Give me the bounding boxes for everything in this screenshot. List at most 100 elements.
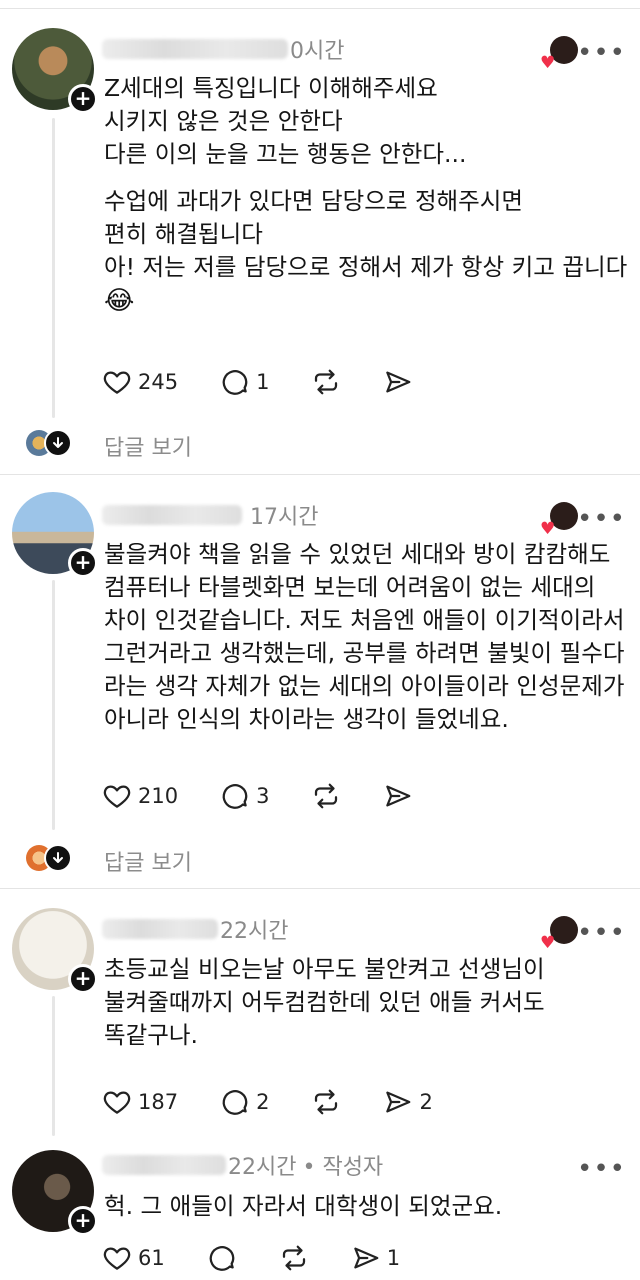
like-button[interactable]: 61 [102, 1243, 165, 1273]
reply-count: 1 [256, 370, 270, 394]
share-count: 1 [386, 1246, 401, 1270]
reply-button[interactable]: 3 [220, 781, 269, 811]
reply-avatars[interactable] [26, 843, 72, 873]
share-button[interactable] [383, 781, 413, 811]
post-time: 22시간 [220, 919, 289, 944]
post-1-avatar[interactable]: + [12, 28, 98, 114]
repost-arrows-icon [311, 781, 341, 811]
post-2-avatar[interactable]: + [12, 492, 98, 578]
thread-line [52, 996, 55, 1136]
view-replies-link[interactable]: 답글 보기 [104, 845, 192, 877]
more-dots-icon[interactable]: ••• [577, 1156, 626, 1182]
liked-by-author-badge: ♥ [540, 916, 578, 952]
reply-avatars[interactable] [26, 428, 72, 458]
text-line: Z세대의 특징입니다 이해해주세요 [104, 74, 438, 102]
thread-line [52, 580, 55, 830]
post-divider [0, 474, 640, 475]
repost-button[interactable] [311, 367, 341, 397]
text-line: 컴퓨터나 타블렛화면 보는데 어려움이 없는 세대의 [104, 573, 596, 601]
post-1-actions: 245 1 [102, 364, 455, 400]
send-arrow-icon [351, 1243, 381, 1273]
post-3-body: 초등교실 비오는날 아무도 불안켜고 선생님이 불켜줄때까지 어두컴컴한데 있던… [104, 953, 614, 1052]
text-line: 편히 해결됩니다 [104, 220, 263, 248]
blurred-username[interactable] [102, 505, 242, 525]
blurred-username[interactable] [102, 39, 288, 59]
post-3-avatar[interactable]: + [12, 908, 98, 994]
like-button[interactable]: 187 [102, 1087, 178, 1117]
like-count: 245 [138, 370, 179, 394]
text-line: 초등교실 비오는날 아무도 불안켜고 선생님이 [104, 955, 545, 983]
blurred-username[interactable] [102, 1155, 226, 1175]
send-arrow-icon [383, 367, 413, 397]
post-2-actions: 210 3 [102, 778, 455, 814]
post-4-actions: 61 1 [102, 1240, 442, 1276]
liked-heart-icon: ♥ [540, 53, 556, 73]
post-3-actions: 187 2 2 [102, 1084, 475, 1120]
post-4-meta: 22시간 • 작성자 [102, 1150, 383, 1180]
more-dots-icon[interactable]: ••• [577, 920, 626, 946]
top-divider [0, 8, 640, 9]
follow-plus-icon[interactable]: + [68, 964, 98, 994]
post-time: 17시간 [250, 505, 319, 530]
repost-button[interactable] [311, 781, 341, 811]
text-line: 헉. 그 애들이 자라서 대학생이 되었군요. [104, 1192, 503, 1220]
heart-outline-icon [102, 367, 132, 397]
send-arrow-icon [383, 781, 413, 811]
like-button[interactable]: 210 [102, 781, 178, 811]
like-button[interactable]: 245 [102, 367, 178, 397]
text-line: 차이 인것같습니다. 저도 처음엔 애들이 이기적이라서 [104, 606, 625, 634]
follow-plus-icon[interactable]: + [68, 1206, 98, 1236]
liked-by-author-badge: ♥ [540, 502, 578, 538]
text-line: 그런거라고 생각했는데, 공부를 하려면 불빛이 필수다 [104, 639, 625, 667]
share-button[interactable]: 1 [351, 1243, 400, 1273]
follow-plus-icon[interactable]: + [68, 548, 98, 578]
speech-bubble-icon [220, 781, 250, 811]
speech-bubble-icon [220, 1087, 250, 1117]
view-replies-link[interactable]: 답글 보기 [104, 430, 192, 462]
more-dots-icon[interactable]: ••• [577, 506, 626, 532]
post-1-body: Z세대의 특징입니다 이해해주세요 시키지 않은 것은 안한다 다른 이의 눈을… [104, 72, 627, 318]
repost-arrows-icon [311, 1087, 341, 1117]
more-dots-icon[interactable]: ••• [577, 40, 626, 66]
share-button[interactable]: 2 [383, 1087, 433, 1117]
like-count: 61 [138, 1246, 165, 1270]
share-button[interactable] [383, 367, 413, 397]
text-line: 아니라 인식의 차이라는 생각이 들었네요. [104, 705, 509, 733]
text-line: 라는 생각 자체가 없는 세대의 아이들이라 인성문제가 [104, 672, 625, 700]
post-4-avatar[interactable]: + [12, 1150, 98, 1236]
text-line: 똑같구나. [104, 1021, 198, 1049]
send-arrow-icon [383, 1087, 413, 1117]
speech-bubble-icon [220, 367, 250, 397]
liked-heart-icon: ♥ [540, 933, 556, 953]
reply-button[interactable]: 1 [220, 367, 269, 397]
repost-button[interactable] [311, 1087, 341, 1117]
reply-button[interactable]: 2 [220, 1087, 269, 1117]
author-tag: • 작성자 [302, 1155, 384, 1180]
blurred-username[interactable] [102, 919, 218, 939]
heart-outline-icon [102, 1243, 132, 1273]
arrow-down-icon[interactable] [44, 844, 72, 872]
post-3-meta: 22시간 [102, 914, 288, 944]
speech-bubble-icon [207, 1243, 237, 1273]
liked-by-author-badge: ♥ [540, 36, 578, 72]
text-line: 수업에 과대가 있다면 담당으로 정해주시면 [104, 187, 524, 215]
like-count: 187 [138, 1090, 179, 1114]
liked-heart-icon: ♥ [540, 519, 556, 539]
post-2-body: 불을켜야 책을 읽을 수 있었던 세대와 방이 캄캄해도 컴퓨터나 타블렛화면 … [104, 538, 625, 736]
share-count: 2 [419, 1090, 433, 1114]
text-line: 다른 이의 눈을 끄는 행동은 안한다... [104, 140, 467, 168]
follow-plus-icon[interactable]: + [68, 84, 98, 114]
repost-button[interactable] [279, 1243, 309, 1273]
heart-outline-icon [102, 781, 132, 811]
arrow-down-icon[interactable] [44, 429, 72, 457]
thread-line [52, 118, 55, 418]
reply-count: 2 [256, 1090, 270, 1114]
text-line: 시키지 않은 것은 안한다 [104, 107, 343, 135]
text-line: 불을켜야 책을 읽을 수 있었던 세대와 방이 캄캄해도 [104, 540, 611, 568]
post-2-meta: 17시간 [102, 500, 318, 530]
post-4-body: 헉. 그 애들이 자라서 대학생이 되었군요. [104, 1190, 614, 1223]
text-line: 불켜줄때까지 어두컴컴한데 있던 애들 커서도 [104, 988, 545, 1016]
reply-button[interactable] [207, 1243, 237, 1273]
post-1-meta: 0시간 [102, 34, 344, 64]
post-time: 22시간 [228, 1155, 297, 1180]
